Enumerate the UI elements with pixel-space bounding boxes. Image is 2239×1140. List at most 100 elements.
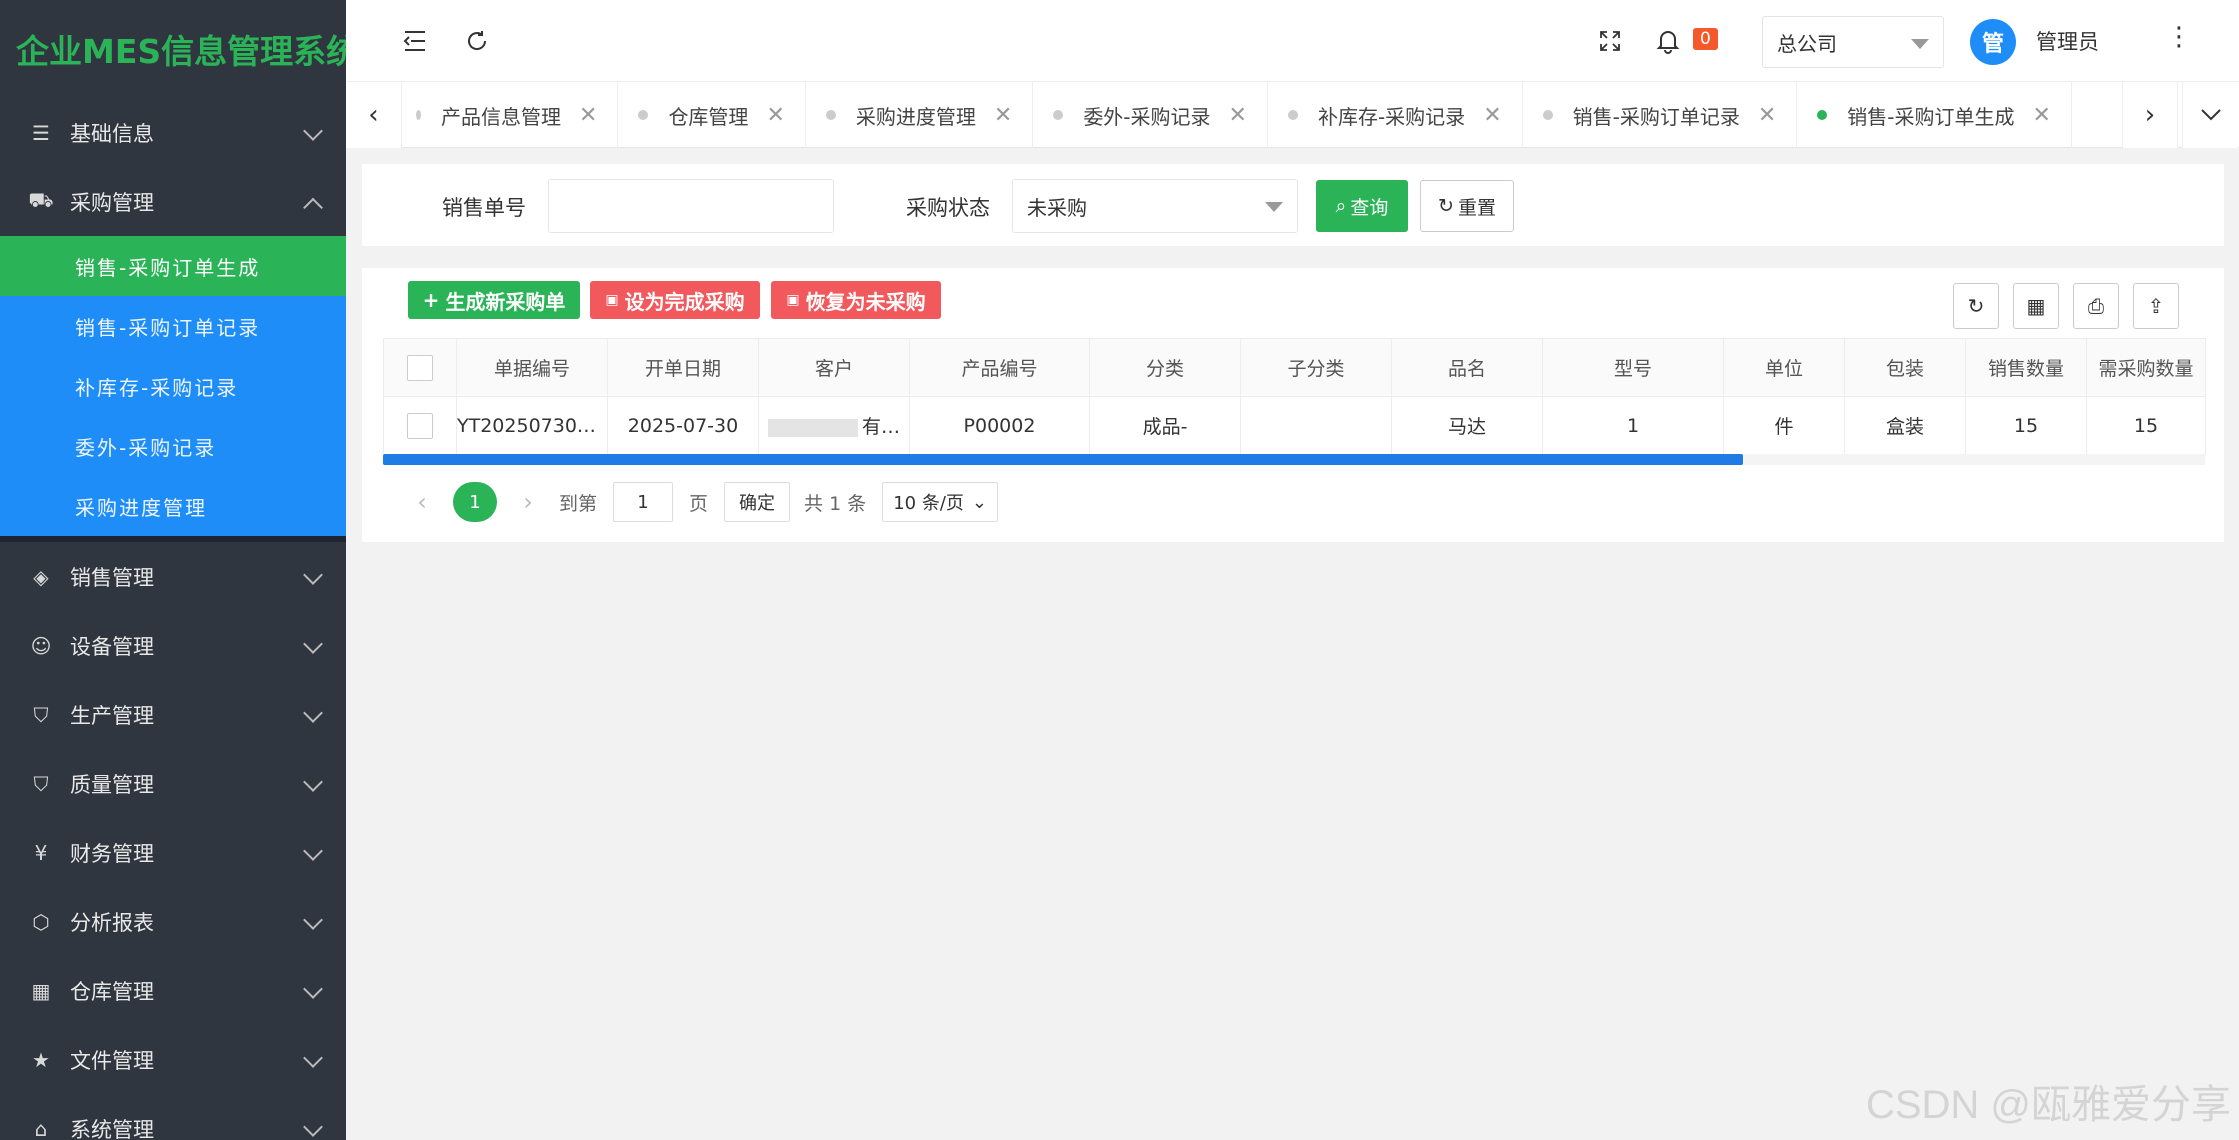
column-header[interactable]: 子分类 bbox=[1240, 338, 1392, 397]
tab-label: 委外-采购记录 bbox=[1083, 104, 1211, 129]
sidebar-item-system[interactable]: ⌂ 系统管理 bbox=[0, 1094, 346, 1140]
status-select[interactable]: 未采购 bbox=[1012, 179, 1298, 233]
table-refresh-icon[interactable]: ↻ bbox=[1953, 283, 1999, 329]
page-size-select[interactable]: 10 条/页 ⌄ bbox=[882, 482, 998, 522]
sidebar-item-quality[interactable]: ⛉ 质量管理 bbox=[0, 749, 346, 818]
user-name[interactable]: 管理员 bbox=[2036, 26, 2099, 56]
chevron-down-icon bbox=[303, 633, 323, 654]
refresh-icon[interactable] bbox=[458, 22, 496, 60]
goto-page-input[interactable]: 1 bbox=[613, 482, 674, 522]
tab-dropdown-chevron-icon[interactable] bbox=[2182, 82, 2238, 148]
sidebar-item-label: 设备管理 bbox=[70, 634, 154, 659]
sidebar-item-production[interactable]: ⛉ 生产管理 bbox=[0, 680, 346, 749]
prev-page-icon[interactable]: ‹ bbox=[407, 488, 437, 516]
query-button[interactable]: ⌕ 查询 bbox=[1316, 180, 1408, 232]
shield-check-icon: ⛉ bbox=[33, 771, 49, 796]
table-cell: 成品- bbox=[1089, 396, 1241, 455]
submenu-item-sales-purchase-records[interactable]: 销售-采购订单记录 bbox=[0, 296, 346, 356]
tab-sales-purchase-generate[interactable]: 销售-采购订单生成 ✕ bbox=[1797, 82, 2072, 148]
table-cell: 2025-07-30 bbox=[607, 396, 759, 455]
tab-label: 仓库管理 bbox=[668, 104, 749, 129]
chevron-down-icon bbox=[303, 840, 323, 861]
submenu-item-purchase-progress[interactable]: 采购进度管理 bbox=[0, 476, 346, 536]
column-header[interactable]: 单位 bbox=[1723, 338, 1845, 397]
reset-button-label: 重置 bbox=[1457, 196, 1496, 219]
sidebar-item-purchase[interactable]: ⛟ 采购管理 bbox=[0, 167, 346, 236]
export-icon[interactable]: ⇪ bbox=[2133, 283, 2179, 329]
sidebar-item-label: 仓库管理 bbox=[70, 979, 154, 1004]
tab-purchase-progress[interactable]: 采购进度管理 ✕ bbox=[806, 82, 1034, 148]
sidebar-item-reports[interactable]: ⬡ 分析报表 bbox=[0, 887, 346, 956]
chevron-down-icon bbox=[303, 1047, 323, 1068]
tab-dot-icon bbox=[638, 110, 649, 120]
order-no-input[interactable] bbox=[548, 179, 834, 233]
column-header[interactable]: 单据编号 bbox=[456, 338, 608, 397]
list-icon: ☰ bbox=[32, 120, 50, 145]
column-header[interactable]: 开单日期 bbox=[607, 338, 759, 397]
generate-purchase-button[interactable]: + 生成新采购单 bbox=[408, 281, 580, 319]
row-checkbox[interactable] bbox=[407, 412, 433, 439]
sidebar-item-files[interactable]: ★ 文件管理 bbox=[0, 1025, 346, 1094]
close-icon[interactable]: ✕ bbox=[2033, 103, 2051, 128]
print-icon[interactable]: ⎙ bbox=[2073, 283, 2119, 329]
next-page-icon[interactable]: › bbox=[513, 488, 543, 516]
table-cell: 有… bbox=[758, 396, 910, 455]
tab-sales-purchase-records[interactable]: 销售-采购订单记录 ✕ bbox=[1523, 82, 1798, 148]
close-icon[interactable]: ✕ bbox=[1229, 103, 1247, 128]
submenu-item-outsource-records[interactable]: 委外-采购记录 bbox=[0, 416, 346, 476]
table-cell: 1 bbox=[1542, 396, 1724, 455]
tab-restock-records[interactable]: 补库存-采购记录 ✕ bbox=[1268, 82, 1523, 148]
tab-scroll-right-icon[interactable]: › bbox=[2122, 82, 2178, 148]
close-icon[interactable]: ✕ bbox=[766, 103, 784, 128]
tab-product-info[interactable]: 产品信息管理 ✕ bbox=[406, 82, 619, 148]
tab-label: 补库存-采购记录 bbox=[1317, 104, 1466, 129]
column-header[interactable]: 客户 bbox=[758, 338, 910, 397]
column-header[interactable]: 分类 bbox=[1089, 338, 1241, 397]
set-complete-button[interactable]: ▣ 设为完成采购 bbox=[590, 281, 760, 319]
customer-redacted-blur bbox=[767, 418, 858, 437]
tab-dot-icon bbox=[416, 110, 421, 120]
sidebar-item-equipment[interactable]: ☺ 设备管理 bbox=[0, 611, 346, 680]
chevron-down-icon bbox=[303, 1116, 323, 1137]
current-page-button[interactable]: 1 bbox=[453, 482, 497, 522]
bell-icon[interactable] bbox=[1649, 22, 1687, 60]
column-header[interactable]: 销售数量 bbox=[1965, 338, 2087, 397]
chevron-down-icon: ⌄ bbox=[971, 491, 987, 513]
column-header[interactable]: 产品编号 bbox=[909, 338, 1090, 397]
table-cell bbox=[1240, 396, 1392, 455]
column-toggle-icon[interactable]: ▦ bbox=[2013, 283, 2059, 329]
fullscreen-icon[interactable] bbox=[1591, 22, 1629, 60]
menu-collapse-icon[interactable] bbox=[396, 22, 434, 60]
sidebar-item-sales[interactable]: ◈ 销售管理 bbox=[0, 542, 346, 611]
column-header[interactable]: 需采购数量 bbox=[2086, 338, 2206, 397]
restore-button[interactable]: ▣ 恢复为未采购 bbox=[771, 281, 941, 319]
close-icon[interactable]: ✕ bbox=[579, 103, 597, 128]
submenu-item-sales-purchase-generate[interactable]: 销售-采购订单生成 bbox=[0, 236, 346, 296]
tab-warehouse[interactable]: 仓库管理 ✕ bbox=[618, 82, 806, 148]
close-icon[interactable]: ✕ bbox=[1483, 103, 1501, 128]
table-cell: YT20250730001 bbox=[456, 396, 608, 455]
close-icon[interactable]: ✕ bbox=[994, 103, 1012, 128]
more-vertical-icon[interactable]: ⋮ bbox=[2166, 22, 2192, 52]
notification-badge: 0 bbox=[1693, 28, 1718, 50]
home-icon: ⌂ bbox=[34, 1116, 48, 1140]
tab-scroll-left-icon[interactable]: ‹ bbox=[346, 82, 402, 148]
column-header[interactable]: 型号 bbox=[1542, 338, 1724, 397]
close-icon[interactable]: ✕ bbox=[1758, 103, 1776, 128]
tab-outsource-records[interactable]: 委外-采购记录 ✕ bbox=[1033, 82, 1268, 148]
reset-button[interactable]: ↻ 重置 bbox=[1420, 180, 1514, 232]
table-row[interactable]: YT20250730001 2025-07-30 有… P00002 成品- 马… bbox=[383, 396, 2206, 455]
tab-dot-icon bbox=[825, 110, 836, 120]
top-header: 0 总公司 管 管理员 ⋮ bbox=[346, 0, 2239, 82]
horizontal-scrollbar[interactable] bbox=[383, 454, 1743, 465]
goto-confirm-button[interactable]: 确定 bbox=[724, 482, 791, 522]
sidebar-item-basic-info[interactable]: ☰ 基础信息 bbox=[0, 98, 346, 167]
avatar[interactable]: 管 bbox=[1970, 19, 2016, 65]
company-select[interactable]: 总公司 bbox=[1762, 16, 1944, 68]
column-header[interactable]: 品名 bbox=[1391, 338, 1543, 397]
submenu-item-restock-records[interactable]: 补库存-采购记录 bbox=[0, 356, 346, 416]
sidebar-item-finance[interactable]: ¥ 财务管理 bbox=[0, 818, 346, 887]
select-all-checkbox[interactable] bbox=[407, 354, 433, 381]
sidebar-item-warehouse[interactable]: ▦ 仓库管理 bbox=[0, 956, 346, 1025]
column-header[interactable]: 包装 bbox=[1844, 338, 1966, 397]
